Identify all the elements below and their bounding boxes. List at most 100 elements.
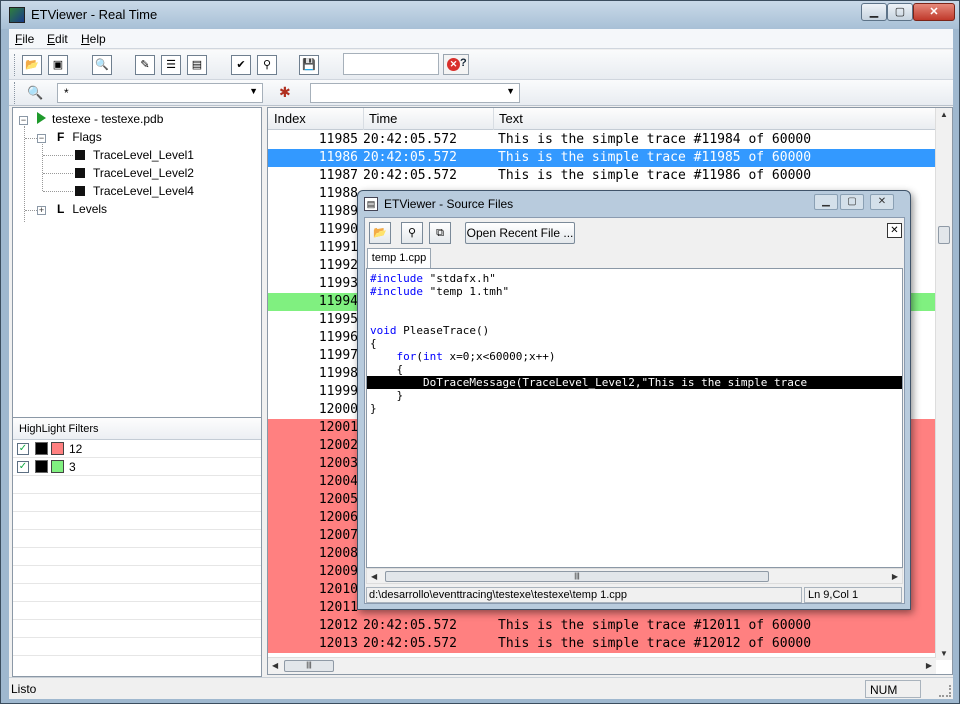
dialog-maximize-button[interactable]: ▢: [840, 194, 864, 210]
open-folder-icon[interactable]: 📂: [369, 222, 391, 244]
table-row[interactable]: 11985 20:42:05.572 This is the simple trac…: [268, 131, 936, 149]
trace-index: 12003: [318, 456, 358, 471]
code-line: {: [370, 363, 404, 376]
cursor-position: Ln 9,Col 1: [804, 587, 902, 603]
trace-index: 12012: [318, 618, 358, 633]
scroll-right-icon[interactable]: ▶: [892, 572, 898, 581]
bg-color-swatch[interactable]: [51, 442, 64, 455]
scroll-thumb[interactable]: [938, 226, 950, 244]
table-row[interactable]: 12012 20:42:05.572 This is the simple trac…: [268, 617, 936, 635]
filter-search-icon: 🔍: [27, 85, 44, 100]
highlight-combo[interactable]: ▼: [310, 83, 520, 103]
text-color-swatch[interactable]: [35, 460, 48, 473]
scroll-down-icon[interactable]: ▼: [940, 649, 948, 658]
menu-help[interactable]: Help: [81, 32, 106, 46]
trace-index: 11985: [318, 132, 358, 147]
trace-text: This is the simple trace #12012 of 60000: [498, 636, 812, 651]
column-index[interactable]: Index: [274, 111, 306, 126]
sources-icon[interactable]: ▤: [187, 55, 207, 75]
tab-source-file[interactable]: temp 1.cpp: [367, 248, 431, 268]
tree-line: [42, 144, 43, 191]
tree-level-item[interactable]: TraceLevel_Level2: [75, 165, 194, 181]
edit-providers-icon[interactable]: ✎: [135, 55, 155, 75]
checkbox[interactable]: ✓: [17, 443, 29, 455]
horizontal-scrollbar[interactable]: ◀ ||| ▶: [366, 568, 903, 584]
bg-color-swatch[interactable]: [51, 460, 64, 473]
empty-row: [13, 602, 261, 620]
highlight-icon[interactable]: ✔: [231, 55, 251, 75]
copy-icon[interactable]: ⧉: [429, 222, 451, 244]
close-button[interactable]: ✕: [913, 3, 955, 21]
scroll-thumb[interactable]: |||: [284, 660, 334, 672]
close-source-icon[interactable]: ✕: [887, 223, 902, 238]
resize-grip[interactable]: [939, 685, 951, 697]
open-session-icon[interactable]: ▣: [48, 55, 68, 75]
highlight-filter-text: 3: [69, 460, 76, 474]
save-icon[interactable]: 💾: [299, 55, 319, 75]
tree-root[interactable]: testexe - testexe.pdb: [37, 111, 163, 127]
maximize-button[interactable]: ▢: [887, 3, 913, 21]
trace-time: 20:42:05.572: [363, 636, 457, 651]
scroll-left-icon[interactable]: ◀: [371, 572, 377, 581]
open-folder-icon[interactable]: 📂: [22, 55, 42, 75]
vertical-scrollbar[interactable]: ▲ ▼: [935, 108, 952, 660]
dialog-title-bar[interactable]: ▤ ETViewer - Source Files ▁ ▢ ✕: [358, 191, 910, 217]
checkbox[interactable]: ✓: [17, 461, 29, 473]
expand-toggle[interactable]: +: [37, 206, 46, 215]
trace-index: 12000: [318, 402, 358, 417]
find-binoculars-icon[interactable]: ⚲: [257, 55, 277, 75]
column-divider[interactable]: [493, 108, 494, 130]
dialog-minimize-button[interactable]: ▁: [814, 194, 838, 210]
filter-combo[interactable]: * ▼: [57, 83, 263, 103]
column-divider[interactable]: [363, 108, 364, 130]
table-row[interactable]: 12013 20:42:05.572 This is the simple trac…: [268, 635, 936, 653]
chevron-down-icon[interactable]: ▼: [249, 86, 258, 96]
tree-flags[interactable]: F Flags: [57, 129, 102, 145]
tree-line: [24, 126, 25, 222]
dialog-toolbar: 📂 ⚲ ⧉ Open Recent File ... ✕: [365, 218, 904, 248]
source-code-view[interactable]: #include "stdafx.h" #include "temp 1.tmh"…: [366, 268, 903, 568]
toolbar-grip[interactable]: [14, 82, 17, 104]
highlight-filter-row[interactable]: ✓ 12: [13, 440, 261, 458]
table-row[interactable]: 11987 20:42:05.572 This is the simple trac…: [268, 167, 936, 185]
menu-file[interactable]: File: [15, 32, 34, 46]
trace-index: 11998: [318, 366, 358, 381]
highlight-filters-panel: HighLight Filters ✓ 12 ✓ 3: [12, 417, 262, 677]
find-input[interactable]: [343, 53, 439, 75]
trace-index: 12007: [318, 528, 358, 543]
tree-level-item[interactable]: TraceLevel_Level1: [75, 147, 194, 163]
clear-filter-button[interactable]: ✕ ?: [443, 54, 469, 75]
title-bar[interactable]: ETViewer - Real Time ▁ ▢ ✕: [1, 1, 959, 29]
code-line: }: [370, 402, 377, 415]
table-row[interactable]: 11986 20:42:05.572 This is the simple trac…: [268, 149, 936, 167]
find-binoculars-icon[interactable]: ⚲: [401, 222, 423, 244]
column-time[interactable]: Time: [369, 111, 397, 126]
scroll-right-icon[interactable]: ▶: [926, 661, 932, 670]
column-text[interactable]: Text: [499, 111, 523, 126]
minimize-button[interactable]: ▁: [861, 3, 887, 21]
scroll-thumb[interactable]: |||: [385, 571, 769, 582]
highlight-filter-row[interactable]: ✓ 3: [13, 458, 261, 476]
code-keyword: int: [423, 350, 443, 363]
collapse-toggle[interactable]: −: [19, 116, 28, 125]
dialog-status-bar: d:\desarrollo\eventtracing\testexe\teste…: [366, 586, 903, 604]
trace-index: 11988: [318, 186, 358, 201]
scroll-left-icon[interactable]: ◀: [272, 661, 278, 670]
scroll-up-icon[interactable]: ▲: [940, 110, 948, 119]
tree-level-item[interactable]: TraceLevel_Level4: [75, 183, 194, 199]
edit-list-icon[interactable]: ☰: [161, 55, 181, 75]
highlight-filters-header: HighLight Filters: [13, 418, 261, 440]
menu-edit[interactable]: Edit: [47, 32, 68, 46]
trace-index: 11986: [318, 150, 358, 165]
open-recent-file-button[interactable]: Open Recent File ...: [465, 222, 575, 244]
tree-line: [43, 173, 73, 174]
tree-levels[interactable]: L Levels: [57, 201, 107, 217]
toolbar-grip[interactable]: [14, 54, 17, 76]
text-color-swatch[interactable]: [35, 442, 48, 455]
dialog-close-button[interactable]: ✕: [870, 194, 894, 210]
empty-row: [13, 584, 261, 602]
horizontal-scrollbar[interactable]: ◀ ||| ▶: [268, 657, 936, 674]
search-icon[interactable]: 🔍: [92, 55, 112, 75]
chevron-down-icon[interactable]: ▼: [506, 86, 515, 96]
collapse-toggle[interactable]: −: [37, 134, 46, 143]
